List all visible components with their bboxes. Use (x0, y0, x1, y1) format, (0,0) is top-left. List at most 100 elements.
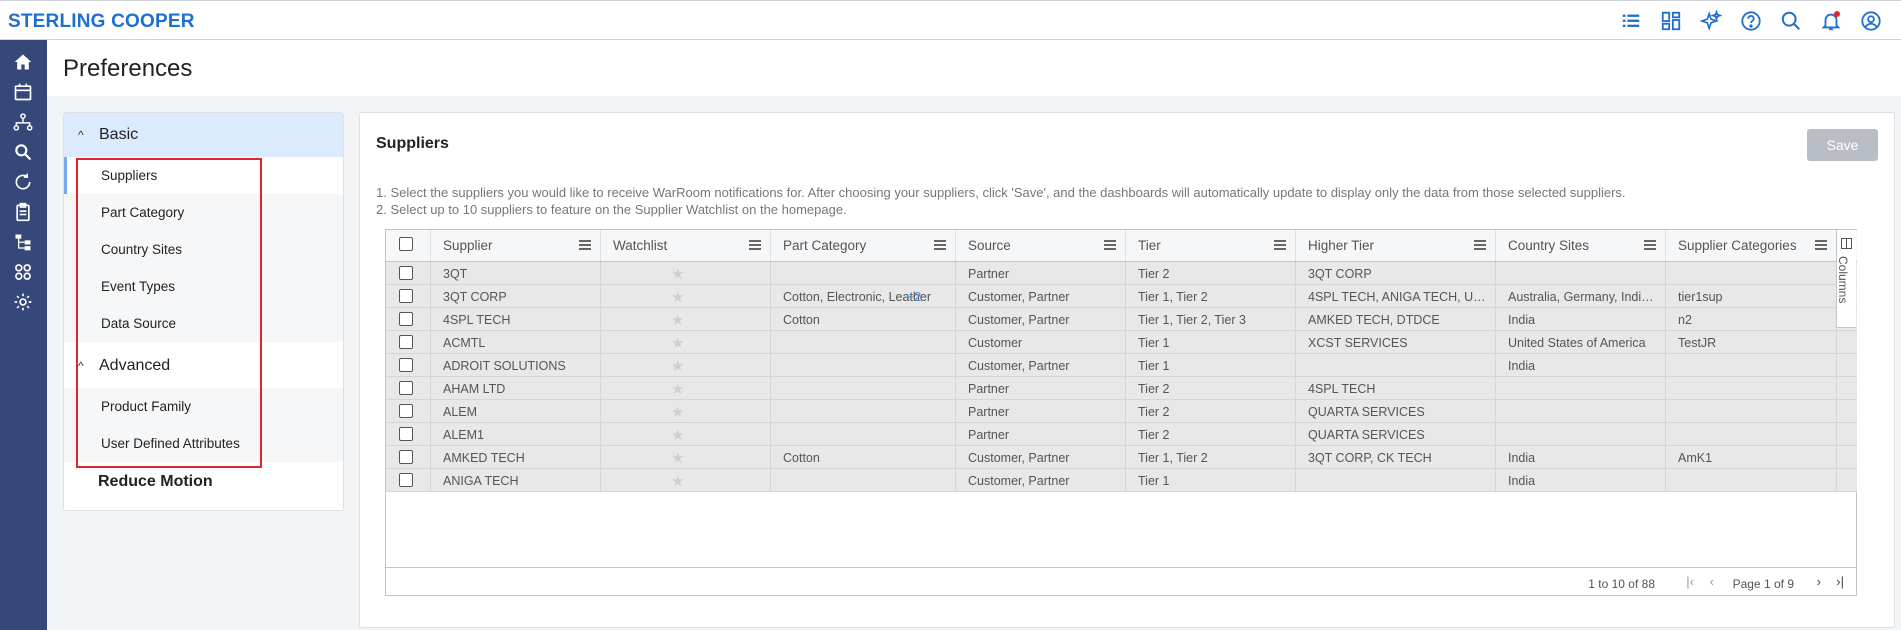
table-row[interactable]: ALEM1 ★ Partner Tier 2 QUARTA SERVICES (386, 423, 1857, 446)
pref-item-part-category[interactable]: Part Category (64, 194, 343, 231)
column-header-watchlist[interactable]: Watchlist (601, 230, 771, 261)
table-row[interactable]: AMKED TECH ★ Cotton Customer, Partner Tier 1… (386, 446, 1857, 469)
column-header-country-sites[interactable]: Country Sites (1496, 230, 1666, 261)
next-page-icon[interactable]: › (1817, 574, 1821, 589)
table-row[interactable]: ACMTL ★ Customer Tier 1 XCST SERVICES United … (386, 331, 1857, 354)
table-row[interactable]: AHAM LTD ★ Partner Tier 2 4SPL TECH (386, 377, 1857, 400)
row-checkbox[interactable] (399, 427, 413, 441)
row-checkbox[interactable] (399, 450, 413, 464)
previous-page-icon[interactable]: ‹ (1710, 574, 1714, 589)
section-advanced-header[interactable]: ^ Advanced (64, 344, 343, 388)
cell-select (386, 423, 431, 446)
clipboard-icon[interactable] (12, 201, 34, 223)
watchlist-star-icon[interactable]: ★ (671, 449, 684, 467)
cell-select (386, 377, 431, 400)
pref-item-country-sites[interactable]: Country Sites (64, 231, 343, 268)
column-header-source[interactable]: Source (956, 230, 1126, 261)
watchlist-star-icon[interactable]: ★ (671, 380, 684, 398)
table-row[interactable]: ALEM ★ Partner Tier 2 QUARTA SERVICES (386, 400, 1857, 423)
save-button[interactable]: Save (1807, 129, 1878, 161)
row-checkbox[interactable] (399, 289, 413, 303)
column-menu-icon[interactable] (1474, 240, 1486, 250)
columns-panel-tab[interactable]: Columns (1836, 230, 1856, 328)
watchlist-star-icon[interactable]: ★ (671, 265, 684, 283)
reduce-motion-label[interactable]: Reduce Motion (98, 473, 213, 491)
more-count-badge[interactable]: +2 (907, 290, 921, 304)
table-row[interactable]: 4SPL TECH ★ Cotton Customer, Partner Tier 1,… (386, 308, 1857, 331)
row-checkbox[interactable] (399, 404, 413, 418)
settings-gear-icon[interactable] (12, 291, 34, 313)
sparkle-ai-icon[interactable] (1699, 9, 1723, 33)
row-checkbox[interactable] (399, 473, 413, 487)
cell-select (386, 331, 431, 354)
table-row[interactable]: 3QT CORP ★ Cotton, Electronic, Leather +2 Cu… (386, 285, 1857, 308)
cell-tier: Tier 2 (1126, 377, 1296, 400)
dashboard-grid-icon[interactable] (1659, 9, 1683, 33)
search-icon[interactable] (1779, 9, 1803, 33)
column-header-part-category[interactable]: Part Category (771, 230, 956, 261)
column-menu-icon[interactable] (1104, 240, 1116, 250)
pref-item-user-defined-attributes[interactable]: User Defined Attributes (64, 425, 343, 462)
brand-logo[interactable]: STERLING COOPER (8, 11, 195, 33)
search-analytics-icon[interactable] (12, 141, 34, 163)
table-row[interactable]: ANIGA TECH ★ Customer, Partner Tier 1 India (386, 469, 1857, 492)
cell-source: Partner (956, 262, 1126, 285)
column-menu-icon[interactable] (749, 240, 761, 250)
cell-supplier: ACMTL (431, 331, 601, 354)
cell-country-sites: India (1496, 308, 1666, 331)
hierarchy-icon[interactable] (12, 231, 34, 253)
watchlist-star-icon[interactable]: ★ (671, 472, 684, 490)
home-icon[interactable] (12, 51, 34, 73)
column-header-supplier[interactable]: Supplier (431, 230, 601, 261)
row-checkbox[interactable] (399, 312, 413, 326)
pref-item-data-source[interactable]: Data Source (64, 305, 343, 342)
column-menu-icon[interactable] (1644, 240, 1656, 250)
row-checkbox[interactable] (399, 266, 413, 280)
cell-source: Customer, Partner (956, 469, 1126, 492)
cell-part-category (771, 331, 956, 354)
list-icon[interactable] (1619, 9, 1643, 33)
help-icon[interactable] (1739, 9, 1763, 33)
watchlist-star-icon[interactable]: ★ (671, 403, 684, 421)
pref-item-suppliers[interactable]: Suppliers (64, 157, 343, 194)
bell-icon[interactable] (1819, 9, 1843, 33)
user-account-icon[interactable] (1859, 9, 1883, 33)
chevron-up-icon: ^ (78, 128, 84, 142)
column-menu-icon[interactable] (579, 240, 591, 250)
cell-supplier-categories (1666, 423, 1837, 446)
column-menu-icon[interactable] (934, 240, 946, 250)
watchlist-star-icon[interactable]: ★ (671, 357, 684, 375)
watchlist-star-icon[interactable]: ★ (671, 311, 684, 329)
first-page-icon[interactable]: |‹ (1686, 574, 1694, 589)
row-checkbox[interactable] (399, 358, 413, 372)
cell-part-category (771, 469, 956, 492)
table-row[interactable]: ADROIT SOLUTIONS ★ Customer, Partner Tier 1… (386, 354, 1857, 377)
cell-country-sites: United States of America (1496, 331, 1666, 354)
column-header-supplier-categories[interactable]: Supplier Categories (1666, 230, 1837, 261)
pref-item-event-types[interactable]: Event Types (64, 268, 343, 305)
cell-source: Customer, Partner (956, 285, 1126, 308)
last-page-icon[interactable]: ›| (1836, 574, 1844, 589)
refresh-flow-icon[interactable] (12, 171, 34, 193)
cell-watchlist: ★ (601, 285, 771, 308)
column-menu-icon[interactable] (1274, 240, 1286, 250)
cell-select (386, 354, 431, 377)
calendar-icon[interactable] (12, 81, 34, 103)
table-row[interactable]: 3QT ★ Partner Tier 2 3QT CORP (386, 262, 1857, 285)
watchlist-star-icon[interactable]: ★ (671, 334, 684, 352)
column-header-tier[interactable]: Tier (1126, 230, 1296, 261)
row-checkbox[interactable] (399, 335, 413, 349)
apps-icon[interactable] (12, 261, 34, 283)
cell-source: Partner (956, 377, 1126, 400)
section-basic-header[interactable]: ^ Basic (64, 113, 343, 157)
select-all-checkbox[interactable] (399, 237, 413, 251)
watchlist-star-icon[interactable]: ★ (671, 426, 684, 444)
cell-part-category (771, 400, 956, 423)
column-menu-icon[interactable] (1815, 240, 1827, 250)
column-header-higher-tier[interactable]: Higher Tier (1296, 230, 1496, 261)
pref-item-product-family[interactable]: Product Family (64, 388, 343, 425)
network-icon[interactable] (12, 111, 34, 133)
row-checkbox[interactable] (399, 381, 413, 395)
watchlist-star-icon[interactable]: ★ (671, 288, 684, 306)
cell-supplier: 3QT CORP (431, 285, 601, 308)
